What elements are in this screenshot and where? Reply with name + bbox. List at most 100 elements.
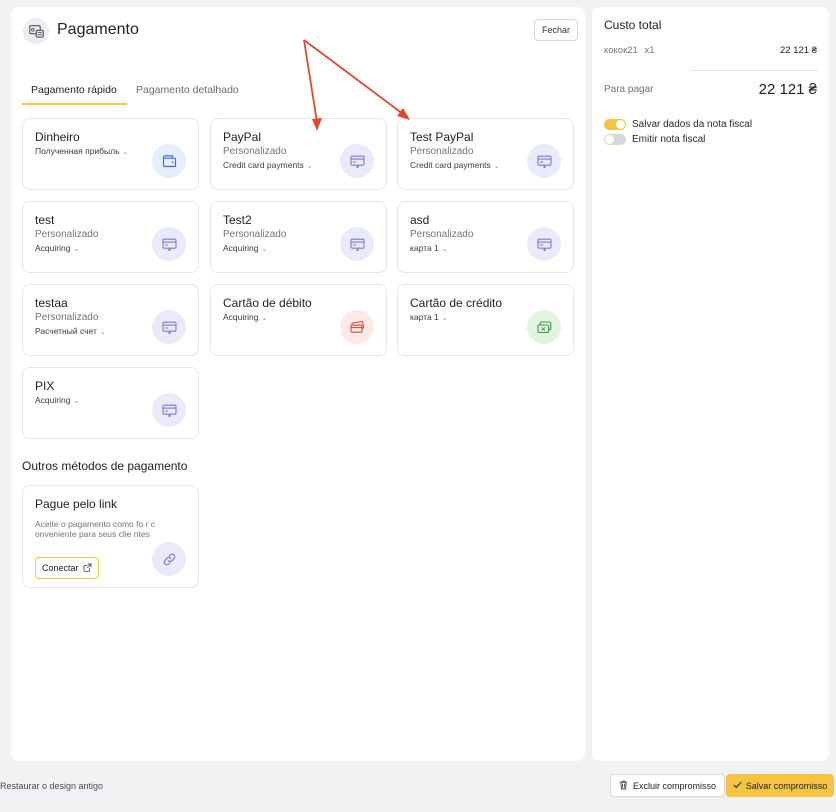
order-item-qty: x1	[644, 45, 655, 56]
payment-method-subtitle: Personalizado	[35, 229, 99, 240]
active-tab-indicator	[22, 103, 127, 105]
debit-card-icon	[340, 310, 374, 344]
payment-method-title: PIX	[35, 379, 55, 393]
tab-quick-payment[interactable]: Pagamento rápido	[31, 84, 117, 96]
check-icon	[733, 781, 742, 791]
order-item: кокок21 x1	[604, 45, 655, 56]
payment-account-value: Полученная прибыль	[35, 146, 120, 156]
payment-method-card[interactable]: testaa Personalizado Расчетный счет ⌄	[22, 284, 199, 356]
payment-icon	[23, 18, 49, 44]
payment-method-card[interactable]: asd Personalizado карта 1 ⌄	[397, 201, 574, 273]
divider	[692, 70, 818, 71]
payment-account-value: Acquiring	[223, 312, 259, 322]
payment-method-title: Test PayPal	[410, 130, 474, 144]
payment-account-dropdown[interactable]: Credit card payments ⌄	[410, 160, 500, 170]
chevron-down-icon: ⌄	[493, 163, 500, 170]
chevron-down-icon: ⌄	[306, 163, 313, 170]
chevron-down-icon: ⌄	[261, 246, 268, 253]
payment-account-value: карта 1	[410, 312, 439, 322]
payment-account-dropdown[interactable]: карта 1 ⌄	[410, 312, 448, 322]
payment-method-card[interactable]: Test PayPal Personalizado Credit card paym…	[397, 118, 574, 190]
save-invoice-data-label: Salvar dados da nota fiscal	[632, 119, 753, 130]
payment-method-card[interactable]: PIX Acquiring ⌄	[22, 367, 199, 439]
save-appointment-label: Salvar compromisso	[745, 780, 828, 791]
payment-method-card[interactable]: Dinheiro Полученная прибыль ⌄	[22, 118, 199, 190]
payment-method-title: Dinheiro	[35, 130, 80, 144]
issue-invoice-toggle[interactable]	[604, 134, 626, 145]
amount-due-label: Para pagar	[604, 84, 654, 95]
payment-method-subtitle: Personalizado	[223, 229, 287, 240]
payment-account-value: Credit card payments	[410, 160, 491, 170]
payment-account-dropdown[interactable]: Credit card payments ⌄	[223, 160, 313, 170]
issue-invoice-label: Emitir nota fiscal	[632, 134, 706, 145]
payment-method-title: asd	[410, 213, 430, 227]
save-invoice-data-row[interactable]: Salvar dados da nota fiscal	[604, 119, 752, 130]
payment-method-card[interactable]: PayPal Personalizado Credit card payments ⌄	[210, 118, 387, 190]
payment-account-value: Acquiring	[35, 243, 71, 253]
chevron-down-icon: ⌄	[122, 149, 129, 156]
card-terminal-icon	[152, 227, 186, 261]
payment-account-value: карта 1	[410, 243, 439, 253]
trash-icon	[619, 780, 628, 792]
payment-method-card[interactable]: Cartão de crédito карта 1 ⌄	[397, 284, 574, 356]
connect-button-label: Conectar	[42, 563, 79, 573]
chevron-down-icon: ⌄	[261, 315, 268, 322]
payment-account-value: Acquiring	[35, 395, 71, 405]
payment-method-title: PayPal	[223, 130, 262, 144]
chevron-down-icon: ⌄	[441, 246, 448, 253]
close-button[interactable]: Fechar	[534, 19, 579, 41]
payment-method-subtitle: Personalizado	[223, 146, 287, 157]
pay-by-link-description: Aceite o pagamento como fo r conveniente…	[35, 519, 156, 539]
pay-by-link-title: Pague pelo link	[35, 497, 118, 511]
payment-account-value: Расчетный счет	[35, 326, 97, 336]
restore-old-design-link[interactable]: Restaurar o design antigo	[0, 781, 103, 791]
payment-account-dropdown[interactable]: Acquiring ⌄	[35, 243, 79, 253]
card-terminal-icon	[152, 310, 186, 344]
payment-account-dropdown[interactable]: Acquiring ⌄	[223, 243, 267, 253]
chevron-down-icon: ⌄	[99, 329, 106, 336]
payment-account-dropdown[interactable]: Расчетный счет ⌄	[35, 326, 106, 336]
payment-method-title: Cartão de débito	[223, 296, 312, 310]
save-appointment-button[interactable]: Salvar compromisso	[726, 774, 834, 797]
payment-method-card[interactable]: Cartão de débito Acquiring ⌄	[210, 284, 387, 356]
card-terminal-icon	[527, 144, 561, 178]
payment-method-card[interactable]: Test2 Personalizado Acquiring ⌄	[210, 201, 387, 273]
payment-account-value: Acquiring	[223, 243, 259, 253]
payment-method-title: Test2	[223, 213, 252, 227]
link-icon	[152, 542, 186, 576]
delete-appointment-label: Excluir compromisso	[633, 780, 717, 791]
save-invoice-data-toggle[interactable]	[604, 119, 626, 130]
tab-detailed-payment[interactable]: Pagamento detalhado	[136, 84, 239, 96]
chevron-down-icon: ⌄	[73, 246, 80, 253]
payment-account-dropdown[interactable]: Acquiring ⌄	[223, 312, 267, 322]
pay-by-link-card[interactable]: Pague pelo link Aceite o pagamento como …	[22, 485, 199, 588]
external-link-icon	[83, 563, 92, 574]
delete-appointment-button[interactable]: Excluir compromisso	[610, 774, 726, 797]
connect-button[interactable]: Conectar	[35, 557, 99, 579]
payment-account-dropdown[interactable]: карта 1 ⌄	[410, 243, 448, 253]
chevron-down-icon: ⌄	[73, 398, 80, 405]
card-terminal-icon	[152, 393, 186, 427]
issue-invoice-row[interactable]: Emitir nota fiscal	[604, 134, 705, 145]
payment-method-title: testaa	[35, 296, 68, 310]
payment-account-value: Credit card payments	[223, 160, 304, 170]
total-cost-title: Custo total	[604, 18, 662, 32]
payment-method-card[interactable]: test Personalizado Acquiring ⌄	[22, 201, 199, 273]
order-item-name: кокок21	[604, 45, 638, 56]
wallet-icon	[152, 144, 186, 178]
amount-due-value: 22 121 ₴	[758, 81, 817, 98]
chevron-down-icon: ⌄	[441, 315, 448, 322]
card-terminal-icon	[340, 227, 374, 261]
summary-panel: Custo total кокок21 x1 22 121 ₴ Para pag…	[592, 7, 829, 761]
payment-account-dropdown[interactable]: Acquiring ⌄	[35, 395, 79, 405]
payment-method-title: test	[35, 213, 55, 227]
payment-method-subtitle: Personalizado	[35, 312, 99, 323]
payment-account-dropdown[interactable]: Полученная прибыль ⌄	[35, 146, 128, 156]
payment-panel: Pagamento Fechar Pagamento rápido Pagame…	[11, 7, 585, 761]
card-terminal-icon	[340, 144, 374, 178]
page-title: Pagamento	[57, 21, 139, 38]
payment-method-subtitle: Personalizado	[410, 229, 474, 240]
order-item-price: 22 121 ₴	[780, 45, 817, 56]
payment-method-title: Cartão de crédito	[410, 296, 503, 310]
card-terminal-icon	[527, 227, 561, 261]
